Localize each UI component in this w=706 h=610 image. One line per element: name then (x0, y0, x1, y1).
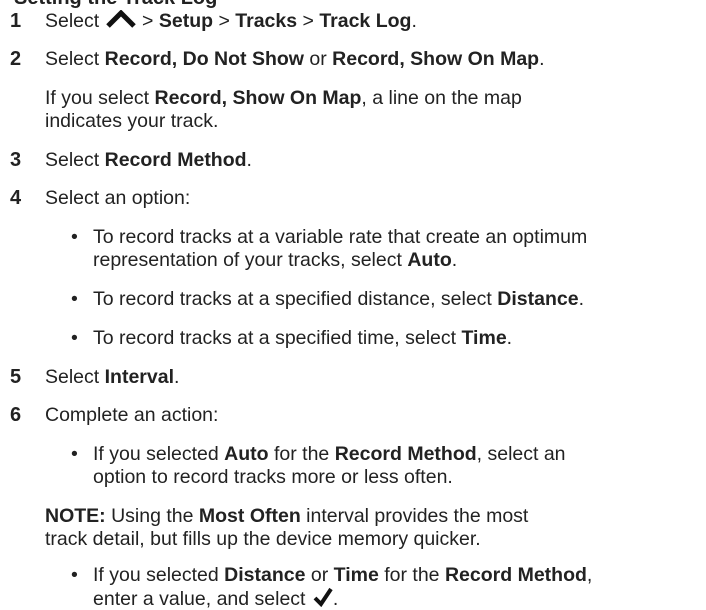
step-number: 5 (10, 366, 22, 388)
step-text: Complete an action: (45, 404, 219, 426)
step-number: 4 (10, 187, 22, 209)
bullet: • (71, 226, 78, 248)
step-text: Select Record Method. (45, 149, 252, 171)
step-number: 1 (10, 10, 22, 32)
step-number: 2 (10, 48, 22, 70)
step-text: Select Interval. (45, 366, 180, 388)
bullet: • (71, 327, 78, 349)
bullet: • (71, 288, 78, 310)
step-number: 3 (10, 149, 22, 171)
checkmark-icon (313, 587, 333, 607)
up-chevron-icon (105, 10, 136, 28)
step-number: 6 (10, 404, 22, 426)
section-heading: Setting the Track Log (14, 0, 217, 10)
note-label: NOTE: (45, 505, 106, 527)
bullet: • (71, 443, 78, 465)
step-text: Select Record, Do Not Show or Record, Sh… (45, 48, 545, 70)
step-text: Select > Setup > Tracks > Track Log. (45, 10, 417, 32)
step-text: Select an option: (45, 187, 191, 209)
